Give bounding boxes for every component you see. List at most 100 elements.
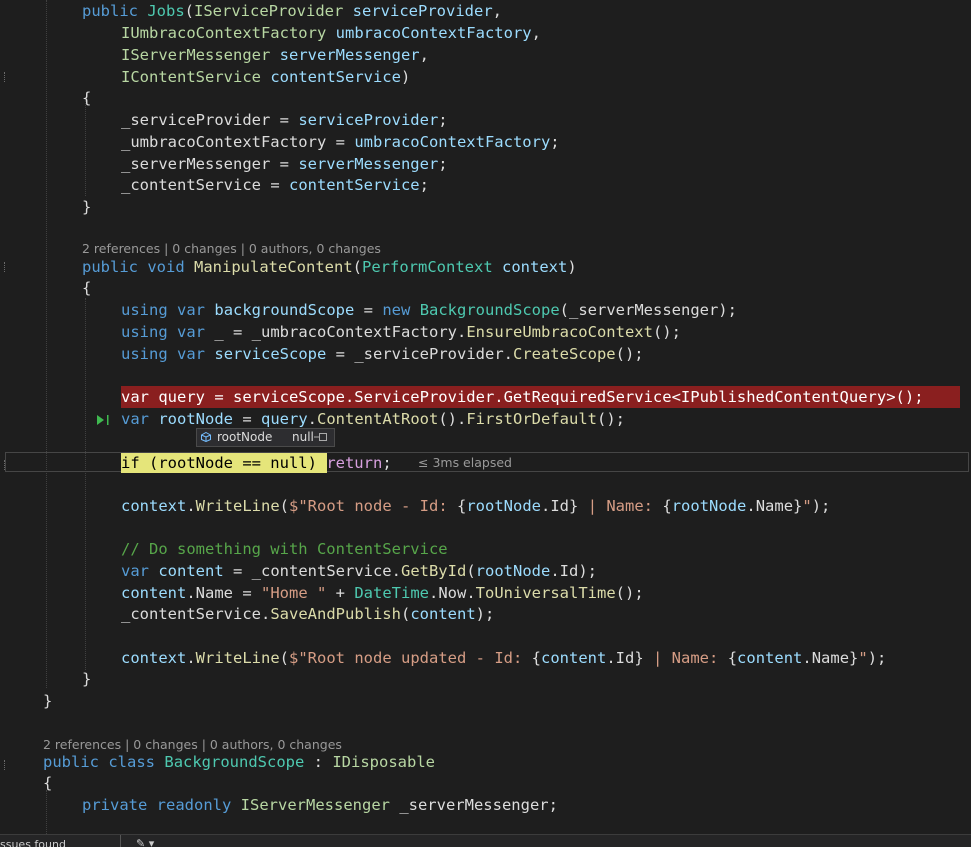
keyword: public (82, 258, 138, 276)
parameter: umbracoContextFactory (354, 133, 551, 151)
type-name: IContentService (121, 68, 261, 86)
keyword: public (82, 2, 138, 20)
parameter: context (121, 497, 187, 515)
method-name: EnsureUmbracoContext (466, 323, 653, 341)
parameter: serverMessenger (298, 155, 439, 173)
code-line[interactable]: { (0, 772, 971, 794)
local-variable: content (158, 562, 224, 580)
keyword: new (382, 301, 411, 319)
code-line[interactable]: public Jobs(IServiceProvider serviceProv… (0, 0, 971, 22)
parameter: contentService (288, 176, 420, 194)
code-line[interactable]: _serverMessenger = serverMessenger; (0, 153, 971, 175)
brace: { (82, 89, 92, 107)
local-variable: serviceScope (214, 345, 327, 363)
code-line[interactable]: _contentService.SaveAndPublish(content); (0, 603, 971, 625)
code-line[interactable]: { (0, 87, 971, 109)
code-line-breakpoint[interactable]: var query = serviceScope.ServiceProvider… (0, 386, 971, 408)
keyword: var (121, 410, 149, 428)
string-literal: $"Root node updated - Id: (289, 649, 532, 667)
code-line[interactable]: var content = _contentService.GetById(ro… (0, 560, 971, 582)
parameter: contentService (270, 68, 401, 86)
code-line[interactable]: var rootNode = query.ContentAtRoot().Fir… (0, 408, 971, 430)
code-line[interactable]: _contentService = contentService; (0, 174, 971, 196)
field: _umbracoContextFactory (121, 133, 327, 151)
field: _serverMessenger (121, 155, 271, 173)
brace: } (82, 670, 92, 688)
code-line[interactable]: // Do something with ContentService (0, 538, 971, 560)
method-name: CreateScope (512, 345, 616, 363)
keyword: return (326, 454, 383, 472)
pin-icon[interactable] (314, 432, 328, 442)
parameter: umbracoContextFactory (335, 24, 532, 42)
parameter: serviceProvider (352, 2, 493, 20)
keyword: using (121, 345, 168, 363)
method-name: SaveAndPublish (270, 605, 401, 623)
code-line[interactable]: IServerMessenger serverMessenger, (0, 44, 971, 66)
datatip[interactable]: rootNode null (196, 428, 335, 447)
method-name: ToUniversalTime (475, 584, 616, 602)
type-name: IUmbracoContextFactory (121, 24, 327, 42)
code-line[interactable]: } (0, 196, 971, 218)
keyword: using (121, 323, 168, 341)
class-name: Jobs (147, 2, 185, 20)
code-line[interactable]: public void ManipulateContent(PerformCon… (0, 256, 971, 278)
code-line[interactable]: } (0, 668, 971, 690)
code-line[interactable]: context.WriteLine($"Root node - Id: {roo… (0, 495, 971, 517)
method-name: ContentAtRoot (317, 410, 439, 428)
keyword: private (82, 796, 148, 814)
status-divider (120, 835, 121, 847)
code-line[interactable]: using var backgroundScope = new Backgrou… (0, 299, 971, 321)
code-line[interactable]: using var _ = _umbracoContextFactory.Ens… (0, 321, 971, 343)
code-line[interactable]: using var serviceScope = _serviceProvide… (0, 343, 971, 365)
keyword: void (147, 258, 185, 276)
code-line[interactable]: IContentService contentService) (0, 66, 971, 88)
type-name: DateTime (354, 584, 429, 602)
keyword: using (121, 301, 168, 319)
type-name: IServiceProvider (194, 2, 344, 20)
method-name: GetById (400, 562, 467, 580)
local-variable: content (121, 584, 187, 602)
code-editor[interactable]: public Jobs(IServiceProvider serviceProv… (0, 0, 971, 834)
code-line[interactable]: } (0, 690, 971, 712)
string-literal: $"Root node - Id: (289, 497, 457, 515)
keyword: var (121, 562, 149, 580)
brace: } (43, 692, 53, 710)
field: _contentService (121, 176, 261, 194)
keyword: public (43, 753, 99, 771)
breakpoint-statement: var query = serviceScope.ServiceProvider… (121, 388, 924, 406)
datatip-value[interactable]: null (292, 429, 314, 446)
keyword: class (108, 753, 156, 771)
current-statement: if (rootNode == null) (121, 454, 317, 472)
class-name: BackgroundScope (419, 301, 560, 319)
code-line[interactable]: { (0, 277, 971, 299)
code-line[interactable]: public class BackgroundScope : IDisposab… (0, 751, 971, 773)
string-literal: "Home " (261, 584, 327, 602)
comment: // Do something with ContentService (121, 540, 448, 558)
interface-name: IDisposable (332, 753, 435, 771)
code-line[interactable]: _serviceProvider = serviceProvider; (0, 109, 971, 131)
editor-status-bar: ssues found ✎ ▾ (0, 834, 971, 847)
keyword: var (177, 301, 206, 319)
keyword: var (177, 345, 206, 363)
code-line[interactable]: content.Name = "Home " + DateTime.Now.To… (0, 582, 971, 604)
type-name: IServerMessenger (121, 46, 271, 64)
field: _serviceProvider (121, 111, 271, 129)
brace: { (82, 279, 92, 297)
brace: } (82, 198, 92, 216)
local-variable: rootNode (158, 410, 233, 428)
code-line[interactable]: private readonly IServerMessenger _serve… (0, 794, 971, 816)
type-name: PerformContext (362, 258, 493, 276)
brace: { (43, 774, 53, 792)
datatip-variable-name: rootNode (217, 430, 273, 444)
perf-tip-elapsed[interactable]: ≤ 3ms elapsed (418, 455, 512, 470)
parameter: serverMessenger (279, 46, 420, 64)
method-name: ManipulateContent (194, 258, 353, 276)
code-line[interactable]: _umbracoContextFactory = umbracoContextF… (0, 131, 971, 153)
parameter: context (502, 258, 568, 276)
code-line[interactable]: IUmbracoContextFactory umbracoContextFac… (0, 22, 971, 44)
class-name: BackgroundScope (164, 753, 305, 771)
code-line[interactable]: context.WriteLine($"Root node updated - … (0, 647, 971, 669)
method-name: WriteLine (195, 649, 280, 667)
interface-name: IServerMessenger (240, 796, 390, 814)
local-variable: backgroundScope (214, 301, 355, 319)
